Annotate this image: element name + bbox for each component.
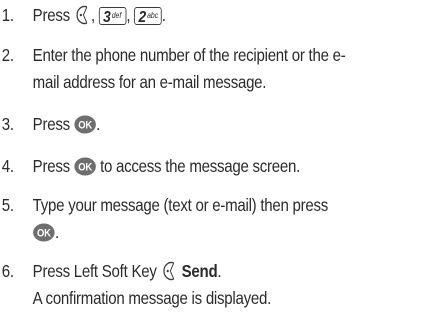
step-text: mail address for an e-mail message. <box>32 72 267 92</box>
step-number: 4. <box>1 156 14 176</box>
step-body: Enter the phone number of the recipient … <box>33 42 438 96</box>
ok-key-icon: OK <box>74 115 96 134</box>
step-text: Type your message (text or e-mail) then … <box>32 195 329 215</box>
step-number: 5. <box>1 195 14 215</box>
step-number: 6. <box>1 261 14 281</box>
svg-text:OK: OK <box>37 228 51 240</box>
step-text: Press <box>32 114 70 134</box>
step-text: A confirmation message is displayed. <box>32 288 272 308</box>
step-number: 1. <box>1 5 14 25</box>
step-number: 3. <box>1 114 14 134</box>
step-body: Press Left Soft Key Send. A confirmation… <box>33 258 438 312</box>
left-soft-key-icon <box>76 5 88 25</box>
step-body: Press OK to access the message screen. <box>33 153 438 180</box>
key-2-icon: 2 abc <box>134 7 162 26</box>
left-soft-key-icon <box>163 261 174 281</box>
ok-key-icon: OK <box>74 157 96 176</box>
key-3-icon: 3 def <box>98 7 127 26</box>
step-text: Press Left Soft Key <box>32 261 157 281</box>
send-label: Send <box>181 261 218 281</box>
step-body: Type your message (text or e-mail) then … <box>33 192 438 246</box>
step-text: Press <box>32 5 70 25</box>
step-body: Press OK . <box>32 114 101 134</box>
ok-key-icon: OK <box>33 223 55 242</box>
svg-text:OK: OK <box>78 162 92 174</box>
svg-text:OK: OK <box>78 120 92 132</box>
step-number: 2. <box>1 45 14 65</box>
step-text: Enter the phone number of the recipient … <box>32 45 346 65</box>
step-text: Press <box>32 156 70 176</box>
step-body: Press , 3 def, 2 abc. <box>32 5 166 26</box>
instruction-page: 1. Press , 3 def, 2 abc. 2. Enter the phon… <box>0 0 438 312</box>
step-text: to access the message screen. <box>100 156 301 176</box>
